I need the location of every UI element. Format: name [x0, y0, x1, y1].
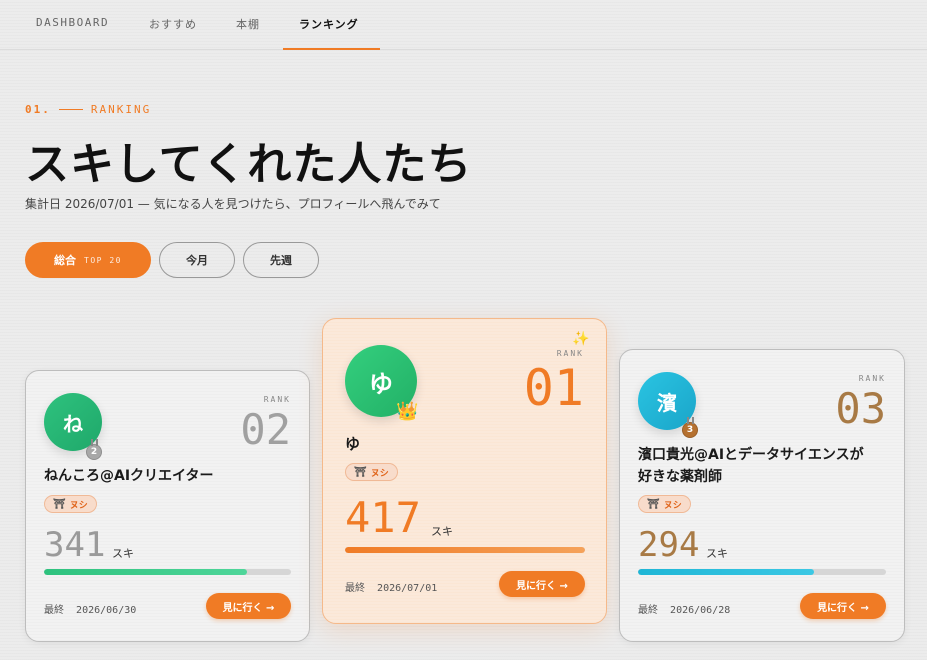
castle-icon: ⛩: [354, 466, 367, 478]
like-count: 341: [44, 525, 106, 565]
rank-number: 01: [523, 359, 584, 417]
ranking-card-2: ね 2 RANK 02 ねんころ@AIクリエイター ⛩ ヌシ 341 スキ 最終…: [25, 370, 310, 642]
user-name[interactable]: ゆ: [345, 433, 360, 455]
like-unit: スキ: [112, 547, 134, 560]
top-nav: DASHBOARD おすすめ 本棚 ランキング: [0, 0, 927, 50]
visit-profile-button[interactable]: 見に行く →: [800, 593, 886, 619]
medal-number: 2: [90, 447, 98, 457]
like-progress: [638, 569, 886, 575]
nav-bookshelf[interactable]: 本棚: [236, 16, 260, 32]
filter-this-month[interactable]: 今月: [159, 242, 235, 278]
castle-icon: ⛩: [53, 498, 66, 510]
filter-last-week-label: 先週: [270, 254, 292, 267]
like-progress-fill: [44, 569, 247, 575]
nav-recommended[interactable]: おすすめ: [149, 16, 197, 32]
user-name-line2: 好きな薬剤師: [638, 469, 722, 485]
like-progress: [44, 569, 291, 575]
silver-medal-icon: 2: [86, 439, 102, 460]
last-date-value: 2026/06/30: [76, 605, 137, 616]
like-progress-fill: [638, 569, 815, 575]
nav-ranking[interactable]: ランキング: [299, 16, 359, 32]
last-date: 最終 2026/06/30: [44, 601, 136, 616]
filter-overall-tag: TOP 20: [84, 255, 122, 265]
like-count: 417: [345, 493, 421, 542]
last-label: 最終: [44, 605, 64, 616]
badge-label: ヌシ: [69, 500, 88, 511]
last-label: 最終: [345, 583, 365, 594]
eyebrow-rule: [58, 109, 83, 110]
user-name[interactable]: ねんころ@AIクリエイター: [44, 465, 213, 487]
last-date: 最終 2026/07/01: [345, 579, 437, 594]
like-unit: スキ: [706, 547, 728, 560]
avatar-initial: 濱: [657, 390, 677, 415]
filter-this-month-label: 今月: [186, 254, 208, 267]
status-badge: ⛩ ヌシ: [345, 463, 398, 481]
rank-label: RANK: [556, 349, 584, 358]
ranking-card-1: ゆ 👑 ✨ RANK 01 ゆ ⛩ ヌシ 417 スキ 最終 2026/07/0…: [322, 318, 607, 624]
filter-overall[interactable]: 総合 TOP 20: [25, 242, 151, 278]
nav-dashboard[interactable]: DASHBOARD: [36, 16, 109, 29]
user-name-line1: 濱口貴光@AIとデータサイエンスが: [638, 447, 864, 463]
crown-icon: 👑: [396, 401, 419, 422]
badge-label: ヌシ: [370, 468, 389, 479]
page-subtitle: 集計日 2026/07/01 — 気になる人を見つけたら、プロフィールへ飛んでみ…: [25, 197, 441, 211]
page-title: スキしてくれた人たち: [25, 139, 473, 190]
like-unit: スキ: [431, 525, 453, 538]
rank-label: RANK: [858, 374, 886, 383]
user-name[interactable]: 濱口貴光@AIとデータサイエンスが 好きな薬剤師: [638, 444, 864, 488]
ranking-card-3: 濱 3 RANK 03 濱口貴光@AIとデータサイエンスが 好きな薬剤師 ⛩ ヌ…: [619, 349, 905, 642]
bronze-medal-icon: 3: [682, 417, 698, 438]
section-label: RANKING: [90, 103, 152, 116]
badge-label: ヌシ: [663, 500, 682, 511]
status-badge: ⛩ ヌシ: [44, 495, 97, 513]
like-progress-fill: [345, 547, 585, 553]
visit-profile-button[interactable]: 見に行く →: [206, 593, 291, 619]
last-date-value: 2026/06/28: [670, 605, 731, 616]
castle-icon: ⛩: [647, 498, 660, 510]
like-progress: [345, 547, 585, 553]
sparkle-icon: ✨: [572, 331, 590, 347]
last-date-value: 2026/07/01: [377, 583, 438, 594]
avatar-initial: ゆ: [369, 369, 393, 398]
rank-label: RANK: [263, 395, 291, 404]
rank-number: 03: [835, 384, 886, 433]
visit-profile-button[interactable]: 見に行く →: [499, 571, 585, 597]
nav-active-indicator: [283, 48, 380, 50]
filter-overall-label: 総合: [54, 254, 77, 267]
status-badge: ⛩ ヌシ: [638, 495, 691, 513]
like-count: 294: [638, 525, 700, 565]
period-filter-group: 総合 TOP 20 今月 先週: [25, 242, 319, 278]
section-number: 01.: [25, 103, 51, 116]
avatar-initial: ね: [63, 411, 83, 436]
section-eyebrow: 01. RANKING: [25, 103, 151, 116]
filter-last-week[interactable]: 先週: [243, 242, 319, 278]
last-date: 最終 2026/06/28: [638, 601, 730, 616]
rank-number: 02: [240, 405, 291, 454]
last-label: 最終: [638, 605, 658, 616]
medal-number: 3: [686, 425, 694, 435]
